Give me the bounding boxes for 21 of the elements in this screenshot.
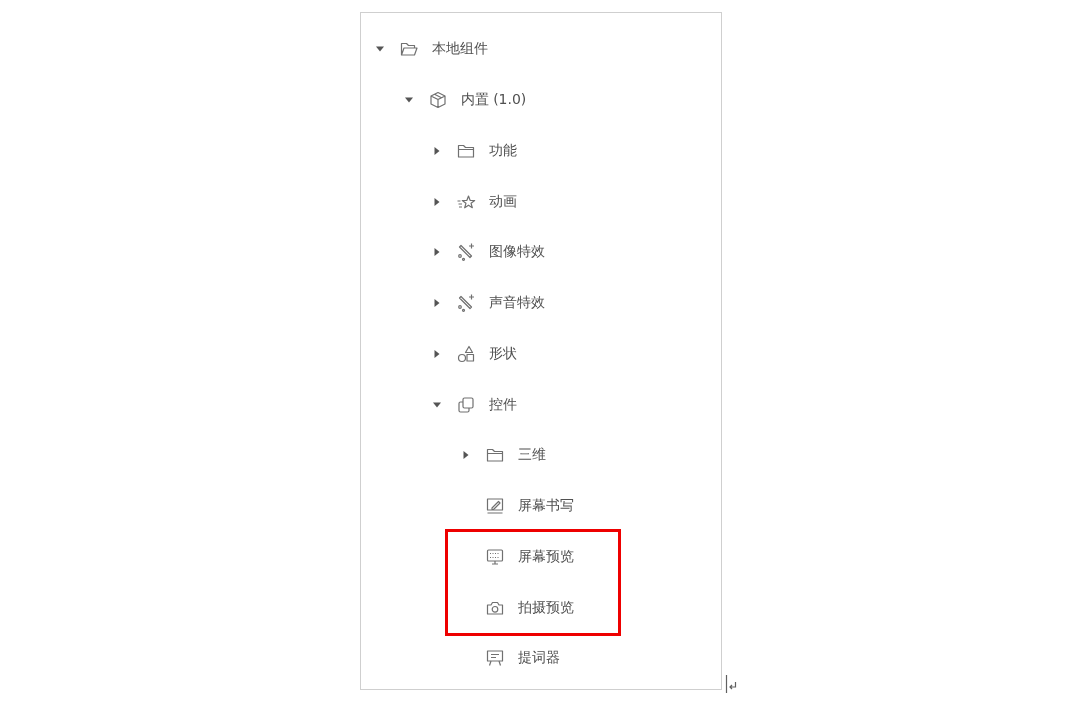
tree-item[interactable]: 控件 bbox=[489, 395, 518, 414]
tree-item[interactable]: 本地组件 bbox=[432, 40, 488, 59]
tree-item[interactable]: 拍摄预览 bbox=[518, 598, 575, 617]
tree-item[interactable]: 三维 bbox=[518, 446, 547, 465]
tree-item[interactable]: 图像特效 bbox=[489, 243, 546, 262]
cube-icon bbox=[427, 90, 448, 111]
pen-screen-icon bbox=[485, 496, 506, 517]
monitor-icon bbox=[485, 546, 506, 567]
tree-item[interactable]: 动画 bbox=[489, 192, 518, 211]
cursor-return-icon bbox=[725, 675, 737, 693]
tree-item[interactable]: 提词器 bbox=[518, 649, 561, 668]
magic-wand-icon bbox=[456, 242, 477, 263]
tree-item[interactable]: 屏幕书写 bbox=[518, 497, 575, 516]
shapes-icon bbox=[456, 343, 477, 364]
tree-item[interactable]: 屏幕预览 bbox=[518, 547, 575, 566]
tree-item[interactable]: 功能 bbox=[489, 141, 518, 160]
tree-item[interactable]: 形状 bbox=[489, 344, 518, 363]
copy-icon bbox=[456, 394, 477, 415]
tree-item[interactable]: 声音特效 bbox=[489, 294, 546, 313]
magic-wand-icon bbox=[456, 293, 477, 314]
tree-item[interactable]: 内置 (1.0) bbox=[460, 91, 527, 110]
